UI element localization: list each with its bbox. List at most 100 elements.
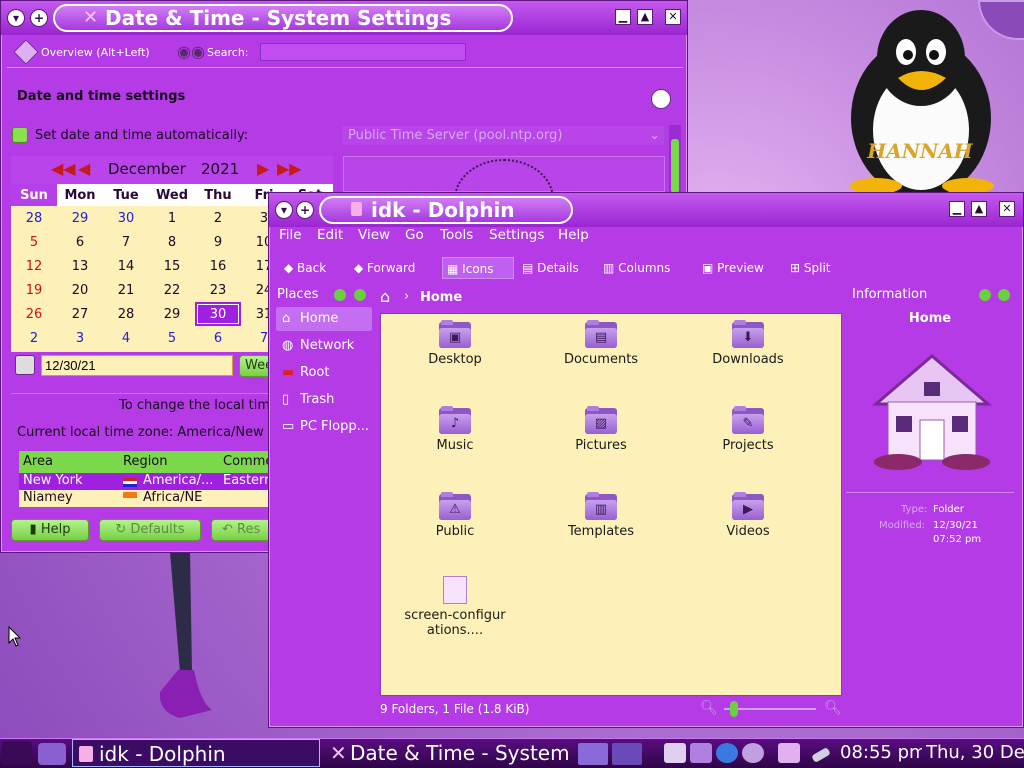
calendar-day[interactable]: 1 <box>149 206 195 230</box>
pager-desktop-2[interactable] <box>612 743 642 765</box>
column-region[interactable]: Region <box>123 454 168 469</box>
calendar-day[interactable]: 6 <box>57 230 103 254</box>
panel-float-icon[interactable] <box>334 289 346 301</box>
scrollbar-thumb[interactable] <box>671 139 679 193</box>
search-input[interactable] <box>260 43 466 61</box>
file-view[interactable]: ▣ Desktop ▤ Documents ⬇ Downloads ♪ Music ▨ Pictu… <box>380 313 842 696</box>
calendar-year[interactable]: 2021 <box>201 160 239 178</box>
calendar-month[interactable]: December <box>108 160 186 178</box>
forward-button[interactable]: ◆ Forward <box>354 257 415 279</box>
place-floppy[interactable]: ▭ PC Flopp... <box>276 415 372 439</box>
column-comment[interactable]: Comme <box>223 454 269 469</box>
calendar-day[interactable]: 30 <box>103 206 149 230</box>
calendar-day[interactable]: 8 <box>149 230 195 254</box>
datetime-titlebar[interactable]: ▾ + ✕ Date & Time - System Settings ▁ ▲ … <box>1 1 687 35</box>
place-root[interactable]: ▬ Root <box>276 361 372 385</box>
table-row[interactable]: New York America/... Eastern <box>19 473 269 490</box>
clipboard-icon[interactable] <box>664 743 686 763</box>
file-item[interactable]: ▨ Pictures <box>541 406 661 453</box>
zoom-slider[interactable] <box>724 701 816 717</box>
overview-button[interactable]: Overview (Alt+Left) <box>41 46 150 59</box>
task-dolphin[interactable]: idk - Dolphin <box>72 739 320 767</box>
task-datetime[interactable]: ✕ Date & Time - System <box>328 739 568 767</box>
file-item[interactable]: ⬇ Downloads <box>688 320 808 367</box>
file-item[interactable]: ♪ Music <box>395 406 515 453</box>
breadcrumb-current[interactable]: Home <box>420 290 462 305</box>
file-item[interactable]: ✎ Projects <box>688 406 808 453</box>
calendar-day[interactable]: 30 <box>195 302 241 326</box>
maximize-button[interactable]: ▲ <box>971 201 987 217</box>
calendar-day[interactable]: 28 <box>103 302 149 326</box>
preview-button[interactable]: ▣ Preview <box>702 257 764 279</box>
icons-view-button[interactable]: ▦ Icons <box>442 257 514 279</box>
maximize-button[interactable]: ▲ <box>637 9 653 25</box>
zoom-slider-handle[interactable] <box>730 701 738 717</box>
calendar-day[interactable]: 26 <box>11 302 57 326</box>
calendar-day[interactable]: 22 <box>149 278 195 302</box>
pager-desktop-1[interactable] <box>578 743 608 765</box>
file-item[interactable]: ▥ Templates <box>541 492 661 539</box>
place-trash[interactable]: ▯ Trash <box>276 388 372 412</box>
calendar-day[interactable]: 19 <box>11 278 57 302</box>
network-globe-icon[interactable] <box>716 743 738 763</box>
calendar-day[interactable]: 4 <box>103 326 149 350</box>
calendar-day[interactable]: 23 <box>195 278 241 302</box>
breadcrumb-home-icon[interactable]: ⌂ <box>380 287 390 306</box>
clock-time[interactable]: 08:55 pm <box>840 739 922 767</box>
file-item[interactable]: ⚠ Public <box>395 492 515 539</box>
date-input[interactable] <box>41 355 233 376</box>
help-info-icon[interactable] <box>651 89 671 109</box>
window-menu-button[interactable]: ▾ <box>275 201 293 219</box>
table-row[interactable]: Niamey Africa/NE <box>19 490 269 507</box>
next-year-icon[interactable]: ▶▶ <box>277 159 302 178</box>
calendar-day[interactable]: 13 <box>57 254 103 278</box>
minimize-button[interactable]: ▁ <box>615 9 631 25</box>
menu-edit[interactable]: Edit <box>317 227 343 243</box>
close-button[interactable]: ✕ <box>665 9 681 25</box>
kickoff-menu-icon[interactable] <box>2 741 32 765</box>
column-area[interactable]: Area <box>23 454 53 469</box>
menu-help[interactable]: Help <box>558 227 589 243</box>
menu-tools[interactable]: Tools <box>440 227 473 243</box>
panel-float-icon[interactable] <box>979 289 991 301</box>
prev-year-icon[interactable]: ◀◀ <box>51 159 76 178</box>
calendar-day[interactable]: 5 <box>149 326 195 350</box>
calendar-day[interactable]: 28 <box>11 206 57 230</box>
calendar-day[interactable]: 29 <box>149 302 195 326</box>
panel-close-icon[interactable] <box>354 289 366 301</box>
calendar-day[interactable]: 5 <box>11 230 57 254</box>
clock-date[interactable]: Thu, 30 Dec <box>926 739 1024 767</box>
menu-view[interactable]: View <box>358 227 390 243</box>
menu-settings[interactable]: Settings <box>489 227 544 243</box>
reset-button[interactable]: ↶ Res <box>211 519 271 541</box>
keep-above-button[interactable]: + <box>30 9 48 27</box>
prev-month-icon[interactable]: ◀ <box>78 159 90 178</box>
settings-scrollbar[interactable] <box>669 125 681 193</box>
calendar-icon[interactable] <box>15 355 35 375</box>
calendar-day[interactable]: 16 <box>195 254 241 278</box>
calendar-day[interactable]: 7 <box>103 230 149 254</box>
file-item[interactable]: ▶ Videos <box>688 492 808 539</box>
window-menu-button[interactable]: ▾ <box>7 9 25 27</box>
calendar-day[interactable]: 29 <box>57 206 103 230</box>
close-button[interactable]: ✕ <box>999 201 1015 217</box>
columns-view-button[interactable]: ▥ Columns <box>603 257 670 279</box>
menu-go[interactable]: Go <box>405 227 424 243</box>
defaults-button[interactable]: ↻ Defaults <box>99 519 201 541</box>
place-home[interactable]: ⌂ Home <box>276 307 372 331</box>
calendar-day[interactable]: 14 <box>103 254 149 278</box>
details-view-button[interactable]: ▤ Details <box>522 257 579 279</box>
file-item[interactable]: screen-configurations.... <box>395 576 515 638</box>
help-button[interactable]: ▮ Help <box>11 519 89 541</box>
calendar-day[interactable]: 12 <box>11 254 57 278</box>
calendar-day[interactable]: 20 <box>57 278 103 302</box>
zoom-in-icon[interactable]: 🔍︎ <box>824 700 842 716</box>
file-item[interactable]: ▣ Desktop <box>395 320 515 367</box>
zoom-out-icon[interactable]: 🔍︎ <box>700 700 718 716</box>
calendar-day[interactable]: 3 <box>57 326 103 350</box>
calendar-day[interactable]: 27 <box>57 302 103 326</box>
dolphin-titlebar[interactable]: ▾ + idk - Dolphin ▁ ▲ ✕ <box>269 193 1023 227</box>
calendar-day[interactable]: 21 <box>103 278 149 302</box>
keep-above-button[interactable]: + <box>296 201 314 219</box>
monitor-icon[interactable] <box>690 743 712 763</box>
